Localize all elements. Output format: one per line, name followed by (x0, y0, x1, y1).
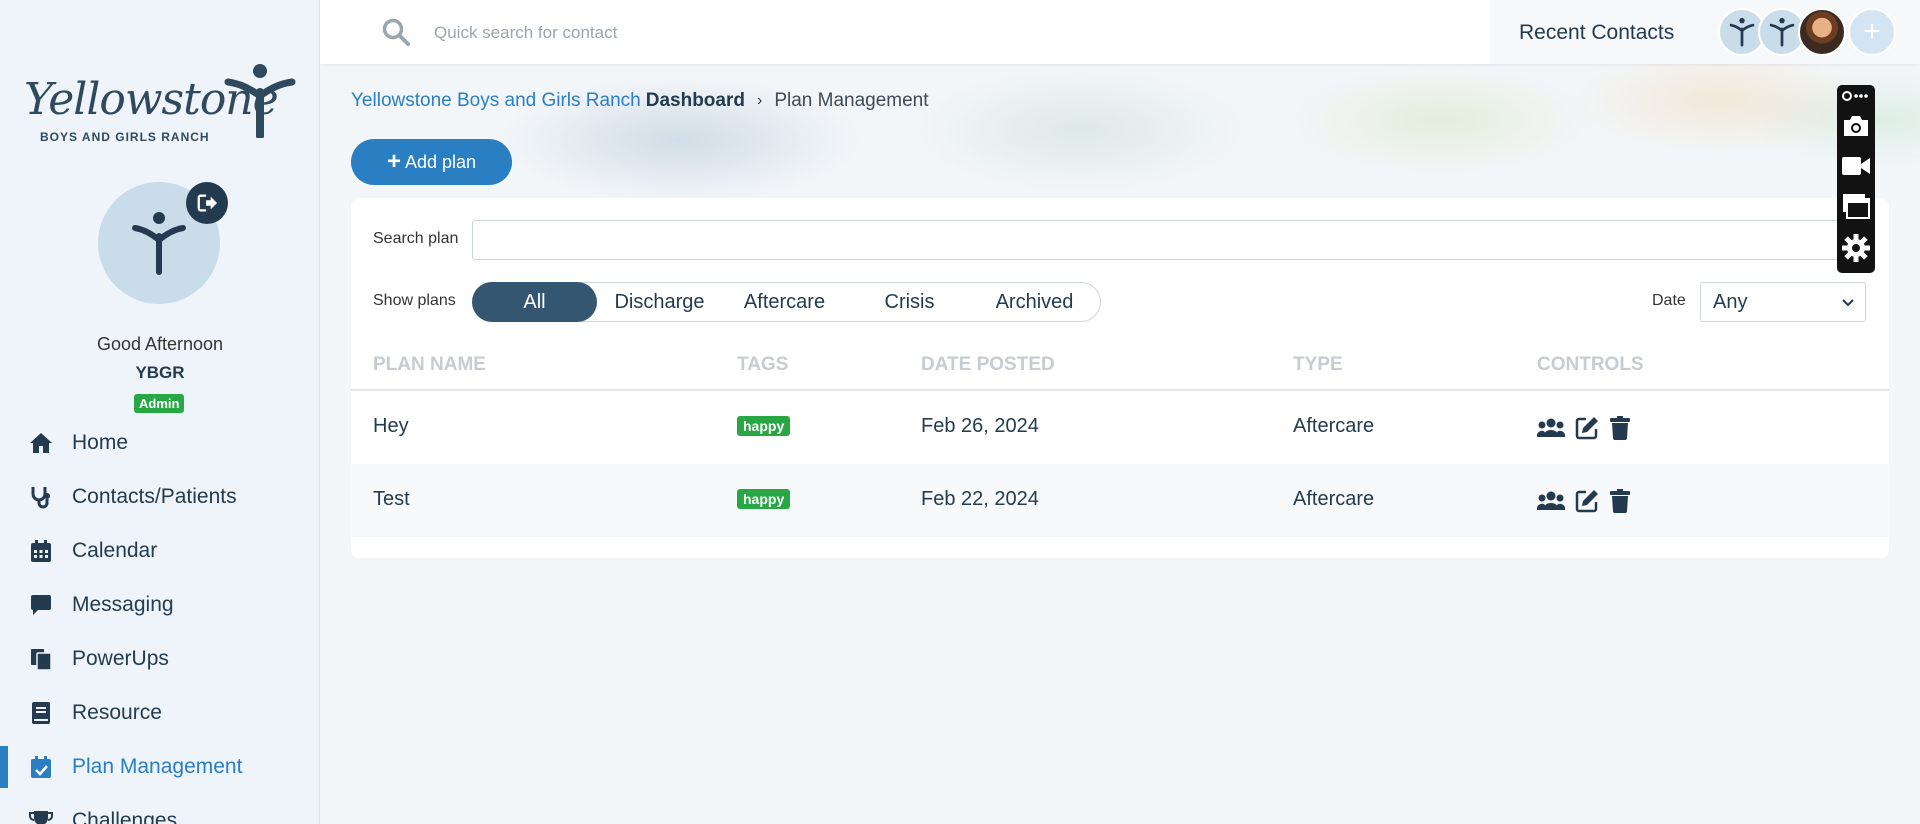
ranch-figure-icon (224, 64, 296, 138)
breadcrumb-org-link[interactable]: Yellowstone Boys and Girls Ranch (351, 90, 641, 112)
trophy-icon (28, 808, 54, 824)
clipboard-icon (28, 646, 54, 672)
search-plan-label: Search plan (373, 230, 459, 247)
breadcrumb-current: Plan Management (774, 90, 929, 111)
filter-crisis[interactable]: Crisis (847, 282, 972, 322)
search-icon (382, 18, 410, 46)
date-select-value: Any (1713, 290, 1748, 313)
video-icon[interactable] (1841, 151, 1871, 181)
breadcrumb-dashboard-link[interactable]: Dashboard (646, 90, 745, 112)
main-content: Recent Contacts + Yellowstone Boys and G… (320, 0, 1920, 824)
plus-icon: + (1863, 15, 1881, 48)
ranch-figure-icon (1769, 17, 1795, 47)
table-header: PLAN NAME TAGS DATE POSTED TYPE CONTROLS (351, 338, 1889, 391)
column-plan-name[interactable]: PLAN NAME (373, 354, 486, 376)
search-plan-input[interactable] (472, 220, 1864, 260)
date-label: Date (1652, 292, 1686, 309)
sidebar-item-label: Plan Management (72, 755, 243, 778)
sidebar-item-messaging[interactable]: Messaging (0, 578, 319, 632)
home-icon (28, 430, 54, 456)
greeting: Good Afternoon (96, 334, 224, 354)
plus-icon: + (386, 148, 401, 175)
date-posted: Feb 22, 2024 (921, 488, 1039, 510)
gear-icon[interactable] (1841, 233, 1871, 263)
filter-aftercare[interactable]: Aftercare (722, 282, 847, 322)
recent-contact-photo-avatar[interactable] (1798, 8, 1846, 56)
windows-icon[interactable] (1841, 191, 1871, 221)
users-icon[interactable] (1537, 488, 1565, 514)
calendar-check-icon (28, 754, 54, 780)
trash-icon[interactable] (1606, 415, 1634, 441)
logo[interactable]: Yellowstone BOYS AND GIRLS RANCH (24, 62, 296, 158)
stethoscope-icon (28, 484, 54, 510)
sidebar-item-contacts[interactable]: Contacts/Patients (0, 470, 319, 524)
plan-type-filter: All Discharge Aftercare Crisis Archived (472, 282, 1101, 322)
users-icon[interactable] (1537, 415, 1565, 441)
date-select[interactable]: Any (1700, 282, 1866, 322)
plan-type: Aftercare (1293, 488, 1375, 510)
breadcrumb-separator-icon: › (756, 92, 763, 109)
show-plans-label: Show plans (373, 292, 456, 309)
username: YBGR (135, 363, 185, 382)
sidebar-item-label: Messaging (72, 593, 174, 616)
add-recent-contact-button[interactable]: + (1848, 8, 1896, 56)
chat-icon (28, 592, 54, 618)
filter-archived[interactable]: Archived (972, 282, 1097, 322)
tag-badge: happy (737, 489, 791, 509)
sidebar-item-challenges[interactable]: Challenges (0, 794, 319, 824)
role-badge: Admin (134, 394, 185, 413)
sidebar-item-resource[interactable]: Resource (0, 686, 319, 740)
plan-name: Test (373, 488, 410, 510)
sidebar-item-label: Calendar (72, 539, 158, 562)
add-plan-button[interactable]: + Add plan (351, 139, 512, 185)
link-more-icon[interactable] (1841, 87, 1871, 105)
logout-button[interactable] (186, 182, 228, 224)
column-date-posted[interactable]: DATE POSTED (921, 354, 1055, 376)
ranch-figure-icon (1729, 17, 1755, 47)
camera-icon[interactable] (1841, 111, 1871, 141)
calendar-icon (28, 538, 54, 564)
tag-badge: happy (737, 416, 791, 436)
capture-toolbar (1837, 85, 1875, 273)
avatar-figure-icon (132, 212, 186, 275)
column-controls: CONTROLS (1537, 354, 1644, 375)
sidebar-item-plan-management[interactable]: Plan Management (0, 740, 319, 794)
sidebar-item-label: Challenges (72, 809, 178, 824)
filter-discharge[interactable]: Discharge (597, 282, 722, 322)
sidebar-item-label: Contacts/Patients (72, 485, 237, 508)
topbar: Recent Contacts + (320, 0, 1920, 64)
sidebar-nav: Home Contacts/Patients Calendar Messagin… (0, 416, 319, 824)
quick-search-input[interactable] (434, 18, 1334, 48)
sidebar-item-calendar[interactable]: Calendar (0, 524, 319, 578)
book-icon (28, 700, 54, 726)
filter-all[interactable]: All (472, 282, 597, 322)
logo-subtitle: BOYS AND GIRLS RANCH (40, 130, 210, 144)
header-background (320, 60, 1920, 210)
recent-contacts-label: Recent Contacts (1519, 21, 1675, 44)
edit-icon[interactable] (1573, 488, 1601, 514)
table-row[interactable]: Hey happy Feb 26, 2024 Aftercare (351, 391, 1889, 464)
breadcrumb: Yellowstone Boys and Girls Ranch Dashboa… (351, 90, 929, 112)
plan-name: Hey (373, 415, 409, 437)
plans-card: Search plan Show plans All Discharge Aft… (351, 198, 1889, 558)
profile-avatar-wrap (98, 182, 228, 306)
sidebar-item-label: PowerUps (72, 647, 169, 670)
add-plan-label: Add plan (404, 151, 477, 172)
sidebar: Yellowstone BOYS AND GIRLS RANCH Good Af… (0, 0, 320, 824)
sidebar-item-label: Resource (72, 701, 162, 724)
table-row[interactable]: Test happy Feb 22, 2024 Aftercare (351, 464, 1889, 537)
column-type[interactable]: TYPE (1293, 354, 1343, 376)
chevron-down-icon (1842, 299, 1854, 307)
plan-type: Aftercare (1293, 415, 1375, 437)
logout-icon (197, 194, 218, 212)
sidebar-item-label: Home (72, 431, 129, 454)
date-posted: Feb 26, 2024 (921, 415, 1039, 437)
edit-icon[interactable] (1573, 415, 1601, 441)
sidebar-item-home[interactable]: Home (0, 416, 319, 470)
sidebar-item-powerups[interactable]: PowerUps (0, 632, 319, 686)
trash-icon[interactable] (1606, 488, 1634, 514)
column-tags[interactable]: TAGS (737, 354, 788, 376)
